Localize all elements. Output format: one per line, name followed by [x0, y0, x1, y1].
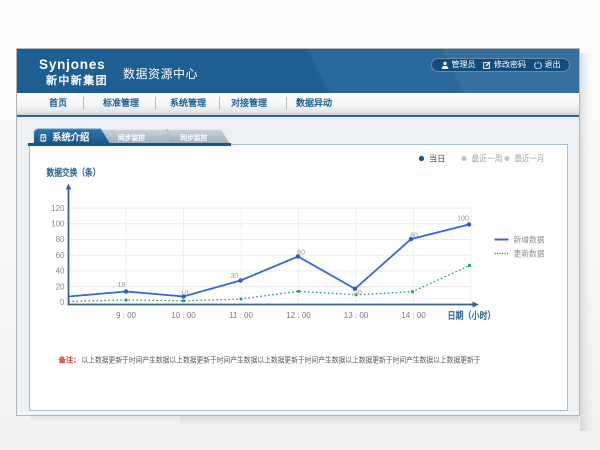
- svg-text:11 : 00: 11 : 00: [229, 311, 253, 320]
- svg-text:18: 18: [117, 282, 125, 289]
- svg-text:同步监控: 同步监控: [118, 133, 145, 142]
- svg-text:系统介绍: 系统介绍: [52, 131, 89, 143]
- svg-text:备注：: 备注：: [57, 354, 80, 364]
- svg-text:80: 80: [55, 235, 64, 244]
- svg-text:13 : 00: 13 : 00: [343, 311, 368, 320]
- svg-text:40: 40: [55, 267, 64, 276]
- svg-text:以上数据更新于时间产生数据以上数据更新于时间产生数据以上数据: 以上数据更新于时间产生数据以上数据更新于时间产生数据以上数据更新于时间产生数据以…: [81, 354, 480, 364]
- svg-text:0: 0: [60, 298, 65, 307]
- svg-text:20: 20: [354, 290, 362, 297]
- svg-text:9 : 00: 9 : 00: [115, 311, 136, 320]
- svg-text:100: 100: [51, 220, 65, 229]
- svg-text:60: 60: [55, 251, 64, 260]
- svg-text:80: 80: [410, 233, 418, 240]
- svg-text:20: 20: [55, 282, 64, 291]
- svg-text:当日: 当日: [429, 154, 446, 164]
- svg-text:120: 120: [51, 204, 65, 213]
- svg-text:10: 10: [180, 291, 188, 298]
- svg-text:新增数据: 新增数据: [513, 234, 544, 244]
- svg-text:最近一周: 最近一周: [471, 154, 502, 164]
- svg-text:14 : 00: 14 : 00: [401, 311, 426, 320]
- svg-text:30: 30: [230, 273, 238, 280]
- svg-text:更新数据: 更新数据: [513, 248, 544, 258]
- svg-text:日期（小时）: 日期（小时）: [447, 310, 495, 322]
- svg-text:同步监控: 同步监控: [180, 133, 207, 142]
- svg-text:100: 100: [457, 216, 469, 223]
- svg-text:60: 60: [297, 250, 305, 257]
- svg-text:数据交换（条）: 数据交换（条）: [45, 167, 100, 179]
- svg-text:12 : 00: 12 : 00: [286, 311, 311, 320]
- svg-text:10 : 00: 10 : 00: [171, 311, 196, 320]
- svg-text:最近一月: 最近一月: [514, 154, 544, 164]
